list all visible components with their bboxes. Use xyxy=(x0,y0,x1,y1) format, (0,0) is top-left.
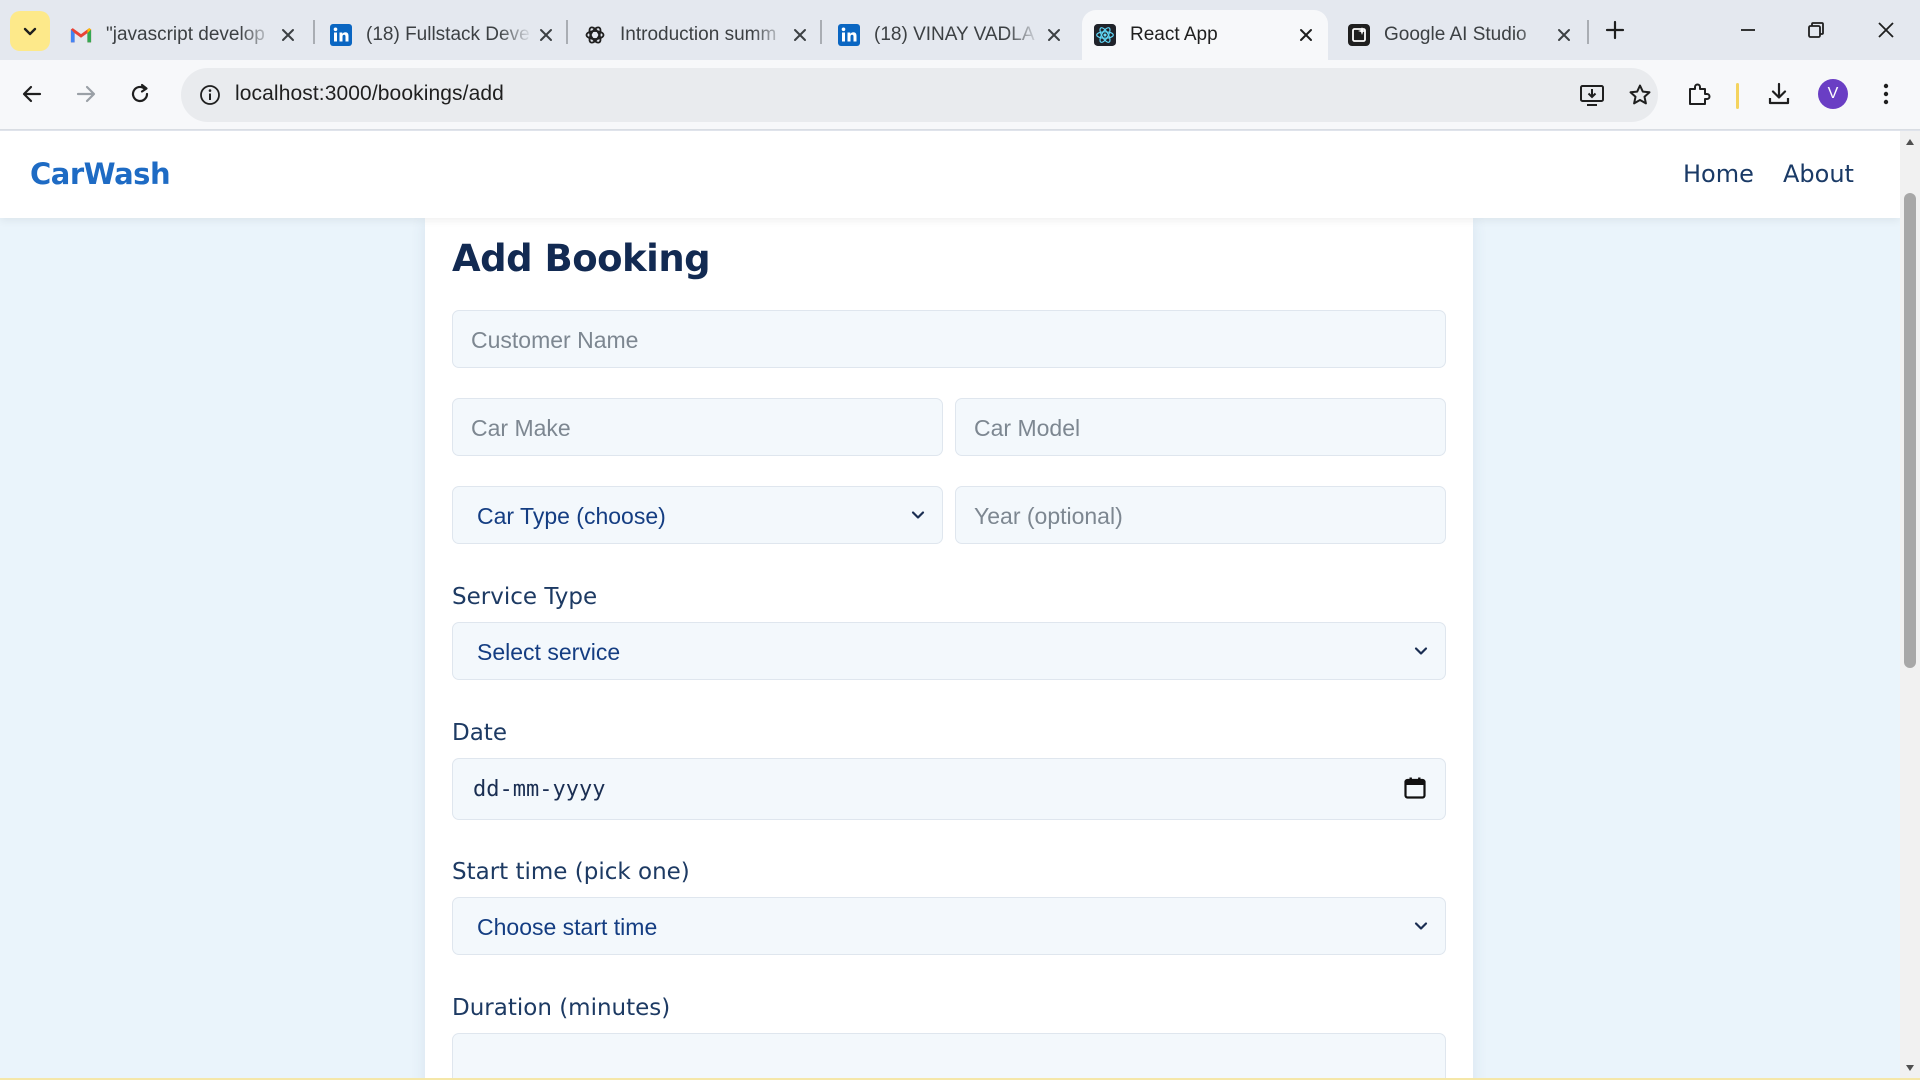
service-selected-value: Select service xyxy=(477,639,621,665)
car-make-placeholder: Car Make xyxy=(471,415,571,441)
extensions-button[interactable] xyxy=(1679,74,1719,114)
plus-icon xyxy=(1605,20,1625,40)
add-booking-card: Add Booking Customer Name Car Make Car M… xyxy=(425,218,1473,1080)
chevron-down-icon xyxy=(23,27,37,36)
nav-link-about[interactable]: About xyxy=(1783,160,1854,188)
react-icon xyxy=(1094,24,1116,46)
restore-icon xyxy=(1808,22,1824,38)
reload-icon xyxy=(131,83,149,103)
browser-tab-strip: "javascript develop (18) Fullstack Deve … xyxy=(0,0,1920,60)
profile-avatar[interactable]: V xyxy=(1818,79,1848,109)
page-viewport: CarWash Home About Add Booking Customer … xyxy=(0,131,1900,1080)
openai-icon xyxy=(584,24,606,46)
tab-divider xyxy=(1587,20,1589,44)
browser-tab-chatgpt[interactable]: Introduction summ xyxy=(572,10,822,60)
kebab-menu-icon xyxy=(1883,83,1889,105)
year-placeholder: Year (optional) xyxy=(974,503,1123,529)
restore-button[interactable] xyxy=(1788,8,1844,52)
car-model-placeholder: Car Model xyxy=(974,415,1081,441)
install-app-icon[interactable] xyxy=(1574,77,1610,113)
minimize-icon xyxy=(1741,29,1755,31)
browser-toolbar: localhost:3000/bookings/add V xyxy=(0,60,1920,130)
close-icon[interactable] xyxy=(1550,21,1578,49)
linkedin-icon xyxy=(330,24,352,46)
site-info-icon[interactable] xyxy=(195,80,225,110)
date-label: Date xyxy=(452,720,507,746)
back-button[interactable] xyxy=(12,74,52,114)
car-make-input[interactable]: Car Make xyxy=(452,398,943,456)
browser-tab-gmail[interactable]: "javascript develop xyxy=(58,10,310,60)
arrow-right-icon xyxy=(76,85,96,103)
car-type-selected-value: Car Type (choose) xyxy=(477,503,666,529)
tab-title: (18) Fullstack Deve xyxy=(366,24,530,45)
calendar-icon[interactable] xyxy=(1403,776,1427,800)
start-time-selected-value: Choose start time xyxy=(477,914,658,940)
bookmark-star-icon[interactable] xyxy=(1622,77,1658,113)
duration-input[interactable] xyxy=(452,1033,1446,1080)
year-input[interactable]: Year (optional) xyxy=(955,486,1446,544)
browser-tab-ai-studio[interactable]: Google AI Studio xyxy=(1336,10,1586,60)
close-icon[interactable] xyxy=(274,21,302,49)
page-scrollbar[interactable] xyxy=(1900,131,1920,1080)
new-tab-button[interactable] xyxy=(1597,12,1633,48)
linkedin-icon xyxy=(838,24,860,46)
chevron-down-icon xyxy=(1414,647,1428,655)
tab-title: React App xyxy=(1130,24,1218,45)
car-model-input[interactable]: Car Model xyxy=(955,398,1446,456)
scroll-down-arrow-icon[interactable] xyxy=(1905,1063,1915,1073)
service-type-select[interactable]: Select service xyxy=(452,622,1446,680)
close-icon[interactable] xyxy=(532,21,560,49)
customer-name-input[interactable]: Customer Name xyxy=(452,310,1446,368)
chevron-down-icon xyxy=(911,511,925,519)
close-icon[interactable] xyxy=(1292,21,1320,49)
duration-label: Duration (minutes) xyxy=(452,995,671,1021)
browser-tab-linkedin-vinay[interactable]: (18) VINAY VADLA xyxy=(826,10,1076,60)
close-window-button[interactable] xyxy=(1858,8,1914,52)
car-type-select[interactable]: Car Type (choose) xyxy=(452,486,943,544)
downloads-button[interactable] xyxy=(1759,74,1799,114)
app-navbar: CarWash Home About xyxy=(0,131,1900,218)
tab-title: Introduction summ xyxy=(620,24,777,45)
ai-studio-icon xyxy=(1348,24,1370,46)
url-text[interactable]: localhost:3000/bookings/add xyxy=(235,82,504,106)
service-type-label: Service Type xyxy=(452,584,598,610)
tab-divider xyxy=(820,20,822,44)
browser-tab-linkedin-fullstack[interactable]: (18) Fullstack Deve xyxy=(318,10,568,60)
scroll-up-arrow-icon[interactable] xyxy=(1905,137,1915,147)
date-input[interactable]: dd-mm-yyyy xyxy=(452,758,1446,820)
gmail-icon xyxy=(70,24,92,46)
tab-divider xyxy=(566,20,568,44)
close-icon xyxy=(1878,22,1894,38)
tab-title: Google AI Studio xyxy=(1384,24,1527,45)
arrow-left-icon xyxy=(22,85,42,103)
address-bar[interactable]: localhost:3000/bookings/add xyxy=(181,68,1658,122)
close-icon[interactable] xyxy=(786,21,814,49)
browser-tab-react-app[interactable]: React App xyxy=(1082,10,1328,60)
brand-logo[interactable]: CarWash xyxy=(30,157,171,191)
reload-button[interactable] xyxy=(120,74,160,114)
close-icon[interactable] xyxy=(1040,21,1068,49)
start-time-select[interactable]: Choose start time xyxy=(452,897,1446,955)
minimize-button[interactable] xyxy=(1720,8,1776,52)
puzzle-icon xyxy=(1689,83,1711,105)
nav-link-home[interactable]: Home xyxy=(1683,160,1754,188)
download-icon xyxy=(1768,82,1790,105)
page-title: Add Booking xyxy=(452,237,711,280)
forward-button[interactable] xyxy=(66,74,106,114)
tab-search-button[interactable] xyxy=(10,11,50,51)
toolbar-divider xyxy=(1736,83,1739,109)
tab-divider xyxy=(313,20,315,44)
tab-title: (18) VINAY VADLA xyxy=(874,24,1035,45)
scrollbar-thumb[interactable] xyxy=(1904,193,1916,668)
chevron-down-icon xyxy=(1414,922,1428,930)
start-time-label: Start time (pick one) xyxy=(452,859,690,885)
browser-menu-button[interactable] xyxy=(1866,74,1906,114)
tab-title: "javascript develop xyxy=(106,24,265,45)
customer-name-placeholder: Customer Name xyxy=(471,327,639,353)
date-placeholder: dd-mm-yyyy xyxy=(473,777,606,802)
